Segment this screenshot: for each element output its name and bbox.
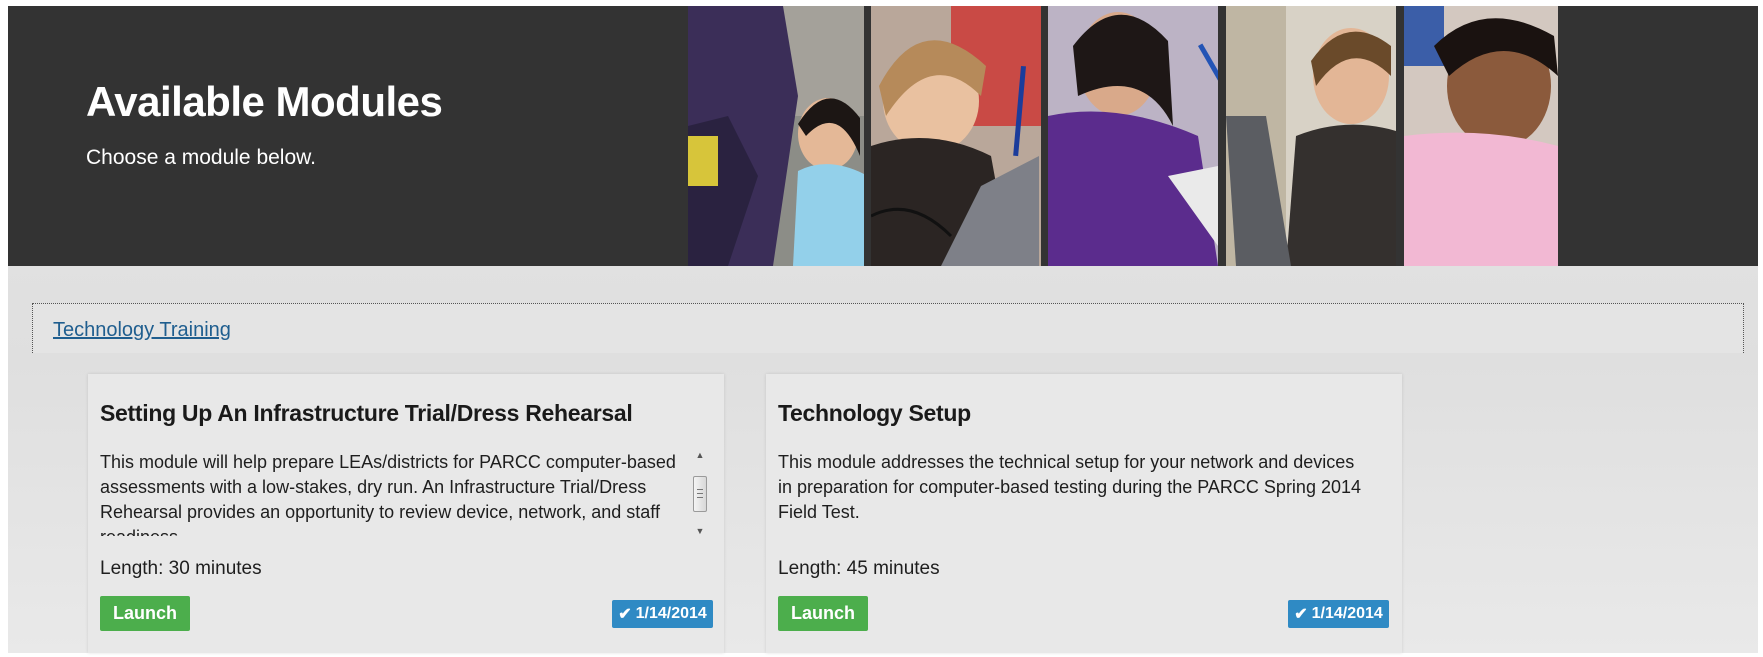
module-title: Technology Setup — [778, 400, 971, 426]
launch-button[interactable]: Launch — [778, 596, 868, 631]
student-photo-3 — [1048, 6, 1218, 266]
module-card: Setting Up An Infrastructure Trial/Dress… — [88, 374, 724, 653]
date-badge: ✔ 1/14/2014 — [1288, 600, 1389, 628]
student-photo-1 — [688, 6, 864, 266]
page-title: Available Modules — [86, 78, 443, 125]
scroll-down-icon[interactable]: ▼ — [695, 526, 705, 536]
module-description: This module will help prepare LEAs/distr… — [100, 452, 676, 536]
module-length: Length: 30 minutes — [100, 558, 262, 579]
scrollbar-thumb[interactable] — [693, 476, 707, 512]
section-header: Technology Training — [32, 303, 1744, 353]
date-badge: ✔ 1/14/2014 — [612, 600, 713, 628]
launch-button[interactable]: Launch — [100, 596, 190, 631]
module-card: Technology Setup This module addresses t… — [766, 374, 1402, 653]
page: Available Modules Choose a module below. — [8, 6, 1758, 653]
module-description: This module addresses the technical setu… — [778, 452, 1361, 522]
module-title: Setting Up An Infrastructure Trial/Dress… — [100, 400, 633, 426]
student-photo-4 — [1226, 6, 1396, 266]
module-date: 1/14/2014 — [1311, 605, 1383, 622]
check-icon: ✔ — [618, 606, 632, 623]
description-scrollbar[interactable]: ▲ ▼ — [692, 450, 708, 536]
scroll-up-icon[interactable]: ▲ — [695, 450, 705, 460]
check-icon: ✔ — [1294, 606, 1308, 623]
student-photo-2 — [871, 6, 1041, 266]
student-photo-5 — [1404, 6, 1558, 266]
page-subtitle: Choose a module below. — [86, 146, 316, 169]
technology-training-link[interactable]: Technology Training — [53, 319, 231, 342]
module-date: 1/14/2014 — [635, 605, 707, 622]
module-length: Length: 45 minutes — [778, 558, 940, 579]
header-banner: Available Modules Choose a module below. — [8, 6, 1758, 266]
